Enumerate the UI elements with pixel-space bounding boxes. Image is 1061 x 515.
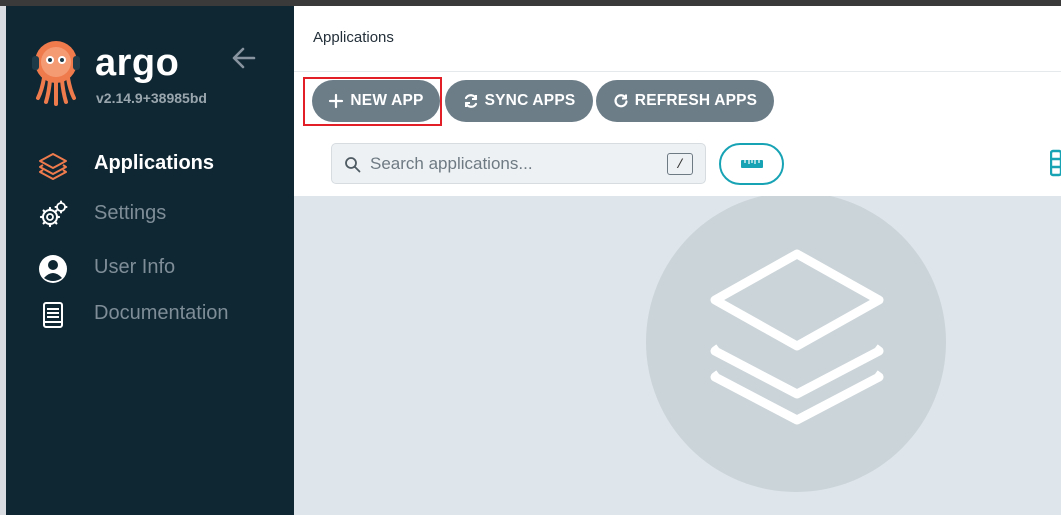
search-shortcut-key: / bbox=[667, 153, 693, 175]
search-input[interactable] bbox=[370, 144, 660, 183]
empty-state-layers-icon bbox=[710, 249, 884, 425]
refresh-apps-button[interactable]: REFRESH APPS bbox=[596, 80, 774, 122]
sidebar-item-label: Settings bbox=[94, 202, 167, 224]
layers-icon bbox=[39, 153, 67, 180]
new-app-highlight-box bbox=[303, 77, 442, 126]
sync-icon bbox=[464, 94, 477, 108]
sidebar-item-label: Documentation bbox=[94, 302, 229, 324]
argo-logo-icon bbox=[32, 41, 80, 106]
refresh-apps-label: REFRESH APPS bbox=[634, 92, 758, 109]
sidebar: argo v2.14.9+38985bd Applications Settin… bbox=[6, 6, 294, 515]
gears-icon bbox=[39, 200, 68, 228]
page-title: Applications bbox=[313, 29, 394, 46]
sidebar-item-label: Applications bbox=[94, 152, 215, 174]
user-circle-icon bbox=[39, 255, 67, 283]
sync-apps-button[interactable]: SYNC APPS bbox=[445, 80, 593, 122]
page-header: Applications bbox=[294, 6, 1061, 72]
search-icon bbox=[345, 157, 361, 173]
sync-apps-label: SYNC APPS bbox=[484, 92, 576, 109]
version-label: v2.14.9+38985bd bbox=[96, 90, 207, 106]
ruler-icon bbox=[740, 160, 763, 168]
search-box[interactable]: / bbox=[331, 143, 706, 184]
brand-name: argo bbox=[95, 42, 180, 84]
filter-toggle-button[interactable] bbox=[719, 143, 784, 185]
applications-content-area bbox=[294, 196, 1061, 515]
sidebar-item-label: User Info bbox=[94, 256, 176, 278]
sidebar-item-user-info[interactable]: User Info bbox=[6, 246, 294, 290]
sidebar-item-documentation[interactable]: Documentation bbox=[6, 292, 294, 336]
list-view-icon[interactable] bbox=[1050, 149, 1061, 177]
book-icon bbox=[43, 302, 63, 328]
sidebar-item-applications[interactable]: Applications bbox=[6, 142, 294, 186]
collapse-sidebar-arrow-icon[interactable] bbox=[230, 44, 258, 72]
refresh-icon bbox=[614, 94, 628, 108]
sidebar-item-settings[interactable]: Settings bbox=[6, 192, 294, 236]
